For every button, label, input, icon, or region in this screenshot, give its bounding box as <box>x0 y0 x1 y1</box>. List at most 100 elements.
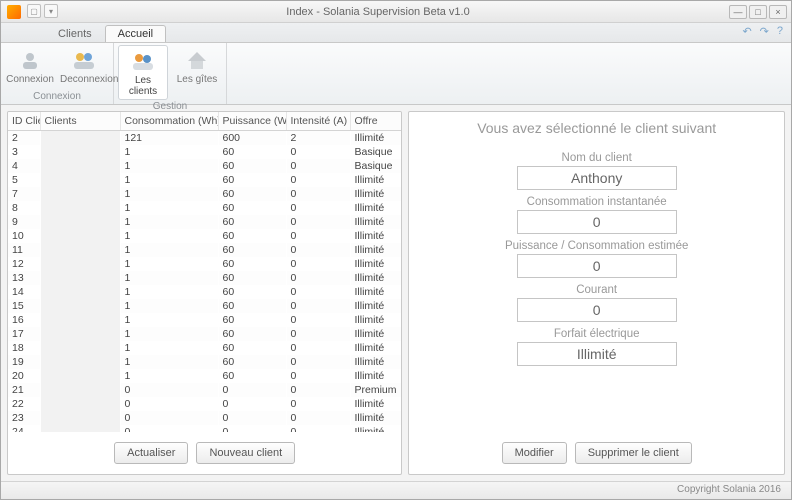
cell-con: 1 <box>120 173 218 187</box>
cell-pui: 60 <box>218 285 286 299</box>
delete-client-button[interactable]: Supprimer le client <box>575 442 692 464</box>
table-row[interactable]: 171600Illimité <box>8 327 401 341</box>
cell-int: 0 <box>286 285 350 299</box>
col-puissance[interactable]: Puissance (W) <box>218 112 286 131</box>
cell-con: 0 <box>120 383 218 397</box>
nav-back-icon[interactable]: ↶ <box>742 25 751 38</box>
new-client-button[interactable]: Nouveau client <box>196 442 295 464</box>
label-power: Puissance / Consommation estimée <box>505 240 688 252</box>
modify-button[interactable]: Modifier <box>502 442 567 464</box>
qat-dropdown[interactable]: ▾ <box>44 4 58 18</box>
cell-pui: 60 <box>218 271 286 285</box>
table-row[interactable]: 81600Illimité <box>8 201 401 215</box>
cell-int: 0 <box>286 425 350 432</box>
cell-off: Illimité <box>350 257 401 271</box>
table-row[interactable]: 181600Illimité <box>8 341 401 355</box>
cell-id: 22 <box>8 397 40 411</box>
table-row[interactable]: 111600Illimité <box>8 243 401 257</box>
maximize-button[interactable]: □ <box>749 5 767 19</box>
table-row[interactable]: 161600Illimité <box>8 313 401 327</box>
cell-int: 0 <box>286 313 350 327</box>
nav-forward-icon[interactable]: ↷ <box>760 25 769 38</box>
table-row[interactable]: 151600Illimité <box>8 299 401 313</box>
app-icon <box>7 5 21 19</box>
cell-cli <box>40 425 120 432</box>
table-row[interactable]: 23000Illimité <box>8 411 401 425</box>
value-conso: 0 <box>517 210 677 234</box>
close-button[interactable]: × <box>769 5 787 19</box>
cell-off: Basique <box>350 145 401 159</box>
cell-id: 20 <box>8 369 40 383</box>
table-row[interactable]: 191600Illimité <box>8 355 401 369</box>
cell-int: 0 <box>286 173 350 187</box>
cell-con: 1 <box>120 243 218 257</box>
cell-id: 14 <box>8 285 40 299</box>
clients-table: ID Client Clients Consommation (Wh) Puis… <box>8 112 401 432</box>
ribbon-btn-connexion[interactable]: Connexion <box>5 45 55 87</box>
table-row[interactable]: 71600Illimité <box>8 187 401 201</box>
cell-int: 0 <box>286 341 350 355</box>
table-row[interactable]: 51600Illimité <box>8 173 401 187</box>
ribbon-btn-deconnexion[interactable]: Deconnexion <box>59 45 109 87</box>
table-row[interactable]: 141600Illimité <box>8 285 401 299</box>
cell-pui: 60 <box>218 341 286 355</box>
cell-pui: 0 <box>218 425 286 432</box>
col-conso[interactable]: Consommation (Wh) <box>120 112 218 131</box>
cell-id: 17 <box>8 327 40 341</box>
table-row[interactable]: 31600Basique <box>8 145 401 159</box>
tab-clients[interactable]: Clients <box>45 25 105 42</box>
footer-copyright: Copyright Solania 2016 <box>1 481 791 499</box>
cell-pui: 600 <box>218 131 286 146</box>
clients-table-wrap[interactable]: ID Client Clients Consommation (Wh) Puis… <box>8 112 401 432</box>
cell-pui: 60 <box>218 369 286 383</box>
content-area: ID Client Clients Consommation (Wh) Puis… <box>1 105 791 481</box>
title-bar: ▢ ▾ Index - Solania Supervision Beta v1.… <box>1 1 791 23</box>
cell-int: 0 <box>286 327 350 341</box>
ribbon-group-connexion: Connexion Deconnexion Connexion <box>1 43 114 104</box>
help-icon[interactable]: ? <box>777 25 783 38</box>
cell-pui: 60 <box>218 313 286 327</box>
col-offre[interactable]: Offre <box>350 112 401 131</box>
cell-int: 0 <box>286 369 350 383</box>
clients-panel: ID Client Clients Consommation (Wh) Puis… <box>7 111 402 475</box>
cell-id: 21 <box>8 383 40 397</box>
table-row[interactable]: 24000Illimité <box>8 425 401 432</box>
table-row[interactable]: 121600Illimité <box>8 257 401 271</box>
cell-cli <box>40 285 120 299</box>
cell-cli <box>40 257 120 271</box>
table-row[interactable]: 91600Illimité <box>8 215 401 229</box>
col-clients[interactable]: Clients <box>40 112 120 131</box>
minimize-button[interactable]: — <box>729 5 747 19</box>
cell-off: Illimité <box>350 313 401 327</box>
tab-accueil[interactable]: Accueil <box>105 25 166 42</box>
label-plan: Forfait électrique <box>554 328 640 340</box>
cell-con: 0 <box>120 397 218 411</box>
ribbon-btn-les-clients[interactable]: Les clients <box>118 45 168 100</box>
col-id[interactable]: ID Client <box>8 112 40 131</box>
table-row[interactable]: 201600Illimité <box>8 369 401 383</box>
cell-con: 121 <box>120 131 218 146</box>
table-row[interactable]: 21000Premium <box>8 383 401 397</box>
cell-con: 1 <box>120 215 218 229</box>
app-window: ▢ ▾ Index - Solania Supervision Beta v1.… <box>0 0 792 500</box>
cell-off: Illimité <box>350 229 401 243</box>
cell-id: 10 <box>8 229 40 243</box>
table-row[interactable]: 131600Illimité <box>8 271 401 285</box>
cell-off: Illimité <box>350 327 401 341</box>
cell-pui: 0 <box>218 383 286 397</box>
qat-button-1[interactable]: ▢ <box>27 4 41 18</box>
cell-pui: 60 <box>218 257 286 271</box>
table-row[interactable]: 21216002Illimité <box>8 131 401 146</box>
table-row[interactable]: 101600Illimité <box>8 229 401 243</box>
cell-pui: 60 <box>218 215 286 229</box>
cell-off: Illimité <box>350 341 401 355</box>
cell-int: 0 <box>286 243 350 257</box>
cell-cli <box>40 313 120 327</box>
table-row[interactable]: 22000Illimité <box>8 397 401 411</box>
cell-off: Illimité <box>350 173 401 187</box>
refresh-button[interactable]: Actualiser <box>114 442 188 464</box>
col-intensite[interactable]: Intensité (A) <box>286 112 350 131</box>
table-row[interactable]: 41600Basique <box>8 159 401 173</box>
cell-off: Illimité <box>350 411 401 425</box>
ribbon-btn-les-gites[interactable]: Les gîtes <box>172 45 222 100</box>
